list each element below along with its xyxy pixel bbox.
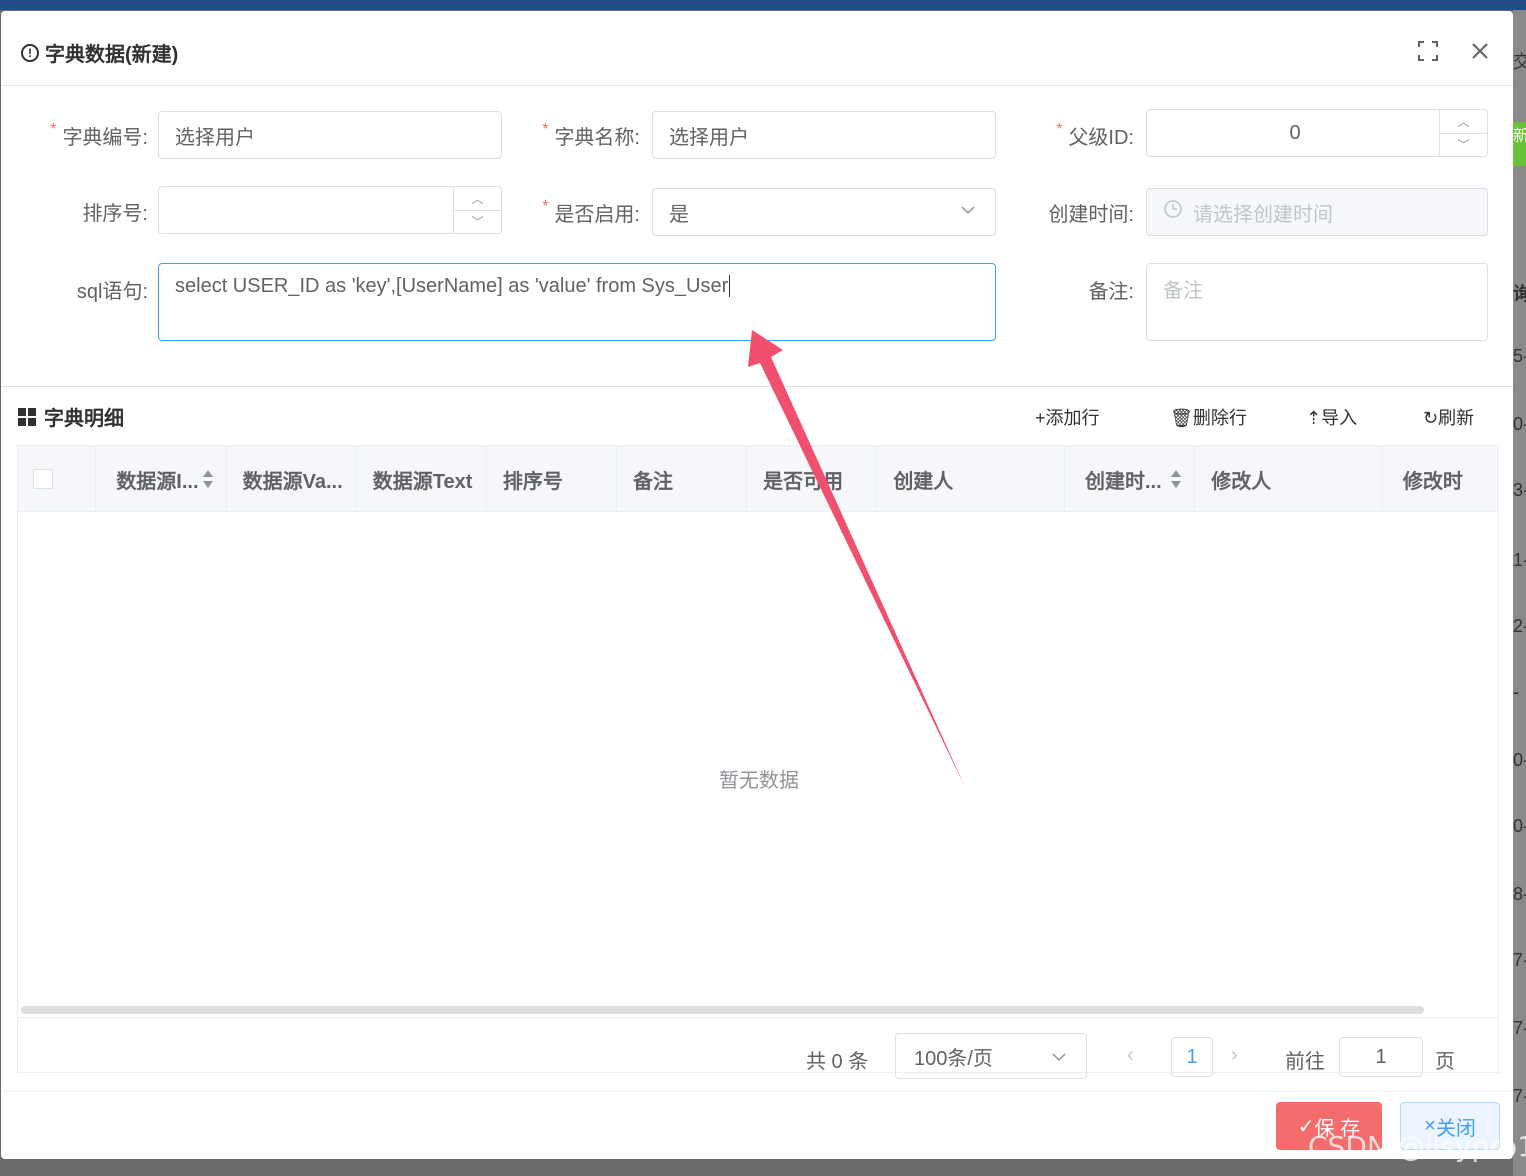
pager-total: 共 0 条 [806,1051,869,1073]
section-divider [1,386,1513,387]
bg-fragment: 1- [1513,550,1526,570]
text-caret [729,275,731,297]
background-top-bar [0,0,1526,10]
order-no-label: 排序号: [82,203,148,225]
column-header[interactable]: 数据源Va... [227,446,357,512]
chevron-down-icon [959,201,977,225]
background-page-edge: 交 新 询 5- 0- 3- 1- 2- - 0- 0- 8- 7- 7- 7- [1513,10,1526,1176]
bg-fragment: 8- [1513,884,1526,904]
upload-icon: ⇡ [1306,408,1322,428]
prev-page-icon[interactable]: ‹ [1127,1044,1134,1067]
sql-textarea[interactable]: select USER_ID as 'key',[UserName] as 'v… [158,263,996,341]
sort-icon [1171,470,1182,488]
chevron-up-icon[interactable]: ︿ [1440,110,1487,134]
select-all-cell [18,446,97,512]
page-size-select[interactable]: 100条/页 [895,1033,1087,1079]
watermark: CSDN @lisypro1 [1308,1130,1526,1163]
close-icon[interactable] [1468,39,1492,63]
bg-fragment: 7- [1513,950,1526,970]
column-header[interactable]: 数据源Text [357,446,487,512]
bg-fragment: 0- [1513,750,1526,770]
next-page-icon[interactable]: › [1231,1044,1238,1067]
dic-no-label: * 字典编号: [50,121,148,149]
footer-divider [1,1091,1513,1092]
goto-label: 前往 [1285,1051,1325,1073]
enable-label: * 是否启用: [542,198,640,226]
clock-icon [1163,199,1183,225]
chevron-down-icon[interactable]: ﹀ [454,211,501,234]
dialog-title-text: 字典数据(新建) [45,44,179,66]
sort-icon [202,470,213,488]
info-icon: ! [21,43,39,62]
import-button[interactable]: ⇡导入 [1306,404,1357,430]
bg-fragment: 询 [1513,284,1526,304]
bg-fragment: 5- [1513,346,1526,366]
sql-label: sql语句: [76,281,148,303]
bg-fragment: - [1513,682,1519,702]
chevron-up-icon[interactable]: ︿ [454,187,501,211]
column-header[interactable]: 创建人 [877,446,1065,512]
table-header: 数据源I... 数据源Va... 数据源Text 排序号 备注 是否可用 创建人… [18,446,1498,512]
column-header[interactable]: 备注 [617,446,748,512]
refresh-icon: ↻ [1423,408,1439,428]
bg-fragment: 交 [1513,52,1526,72]
create-date-label: 创建时间: [1048,204,1134,226]
enable-select[interactable]: 是 [652,188,996,236]
bg-green-button: 新 [1513,122,1526,166]
select-all-checkbox[interactable] [33,469,53,489]
dic-name-input[interactable]: 选择用户 [652,111,996,159]
remark-textarea[interactable]: 备注 [1146,263,1488,341]
column-header[interactable]: 排序号 [487,446,618,512]
bg-fragment: 7- [1513,1018,1526,1038]
parent-id-input[interactable]: 0 ︿ ﹀ [1146,109,1488,157]
bg-fragment: 2- [1513,616,1526,636]
delete-row-button[interactable]: 🗑︎删除行 [1170,404,1247,430]
trash-icon: 🗑︎ [1170,408,1193,428]
dic-no-input[interactable]: 选择用户 [158,111,502,159]
dic-name-label: * 字典名称: [542,121,640,149]
bg-fragment: 0- [1513,414,1526,434]
chevron-down-icon[interactable]: ﹀ [1440,134,1487,157]
current-page-button[interactable]: 1 [1171,1037,1213,1077]
column-header[interactable]: 创建时... [1065,446,1196,512]
horizontal-scrollbar[interactable] [21,1006,1424,1014]
chevron-down-icon [1050,1048,1068,1072]
detail-table: 数据源I... 数据源Va... 数据源Text 排序号 备注 是否可用 创建人… [17,445,1499,1073]
fullscreen-icon[interactable] [1416,39,1440,63]
empty-text: 暂无数据 [719,770,799,792]
goto-page-input[interactable]: 1 [1339,1037,1423,1077]
column-header[interactable]: 数据源I... [96,446,227,512]
bg-fragment: 7- [1513,1086,1526,1106]
page-unit-label: 页 [1435,1051,1455,1073]
dialog-header: ! 字典数据(新建) [1,11,1513,86]
column-header[interactable]: 修改人 [1195,446,1383,512]
dictionary-dialog: ! 字典数据(新建) * 字典编号: 选择用户 * 字典名称: 选择用户 * 父级ID… [1,11,1513,1159]
add-row-button[interactable]: +添加行 [1035,404,1100,430]
parent-id-stepper[interactable]: ︿ ﹀ [1439,110,1487,156]
bg-fragment: 0- [1513,816,1526,836]
detail-section-title: 字典明细 [18,402,124,431]
parent-id-label: * 父级ID: [1056,121,1134,149]
bg-fragment: 3- [1513,480,1526,500]
order-no-stepper[interactable]: ︿ ﹀ [453,187,501,233]
dialog-title: ! 字典数据(新建) [21,38,178,67]
remark-label: 备注: [1088,281,1134,303]
order-no-input[interactable]: ︿ ﹀ [158,186,502,234]
pager-divider [18,1017,1498,1018]
create-date-picker[interactable]: 请选择创建时间 [1146,188,1488,236]
grid-icon [18,407,36,426]
refresh-button[interactable]: ↻刷新 [1423,404,1474,430]
column-header[interactable]: 是否可用 [747,446,878,512]
column-header[interactable]: 修改时 [1383,446,1498,512]
